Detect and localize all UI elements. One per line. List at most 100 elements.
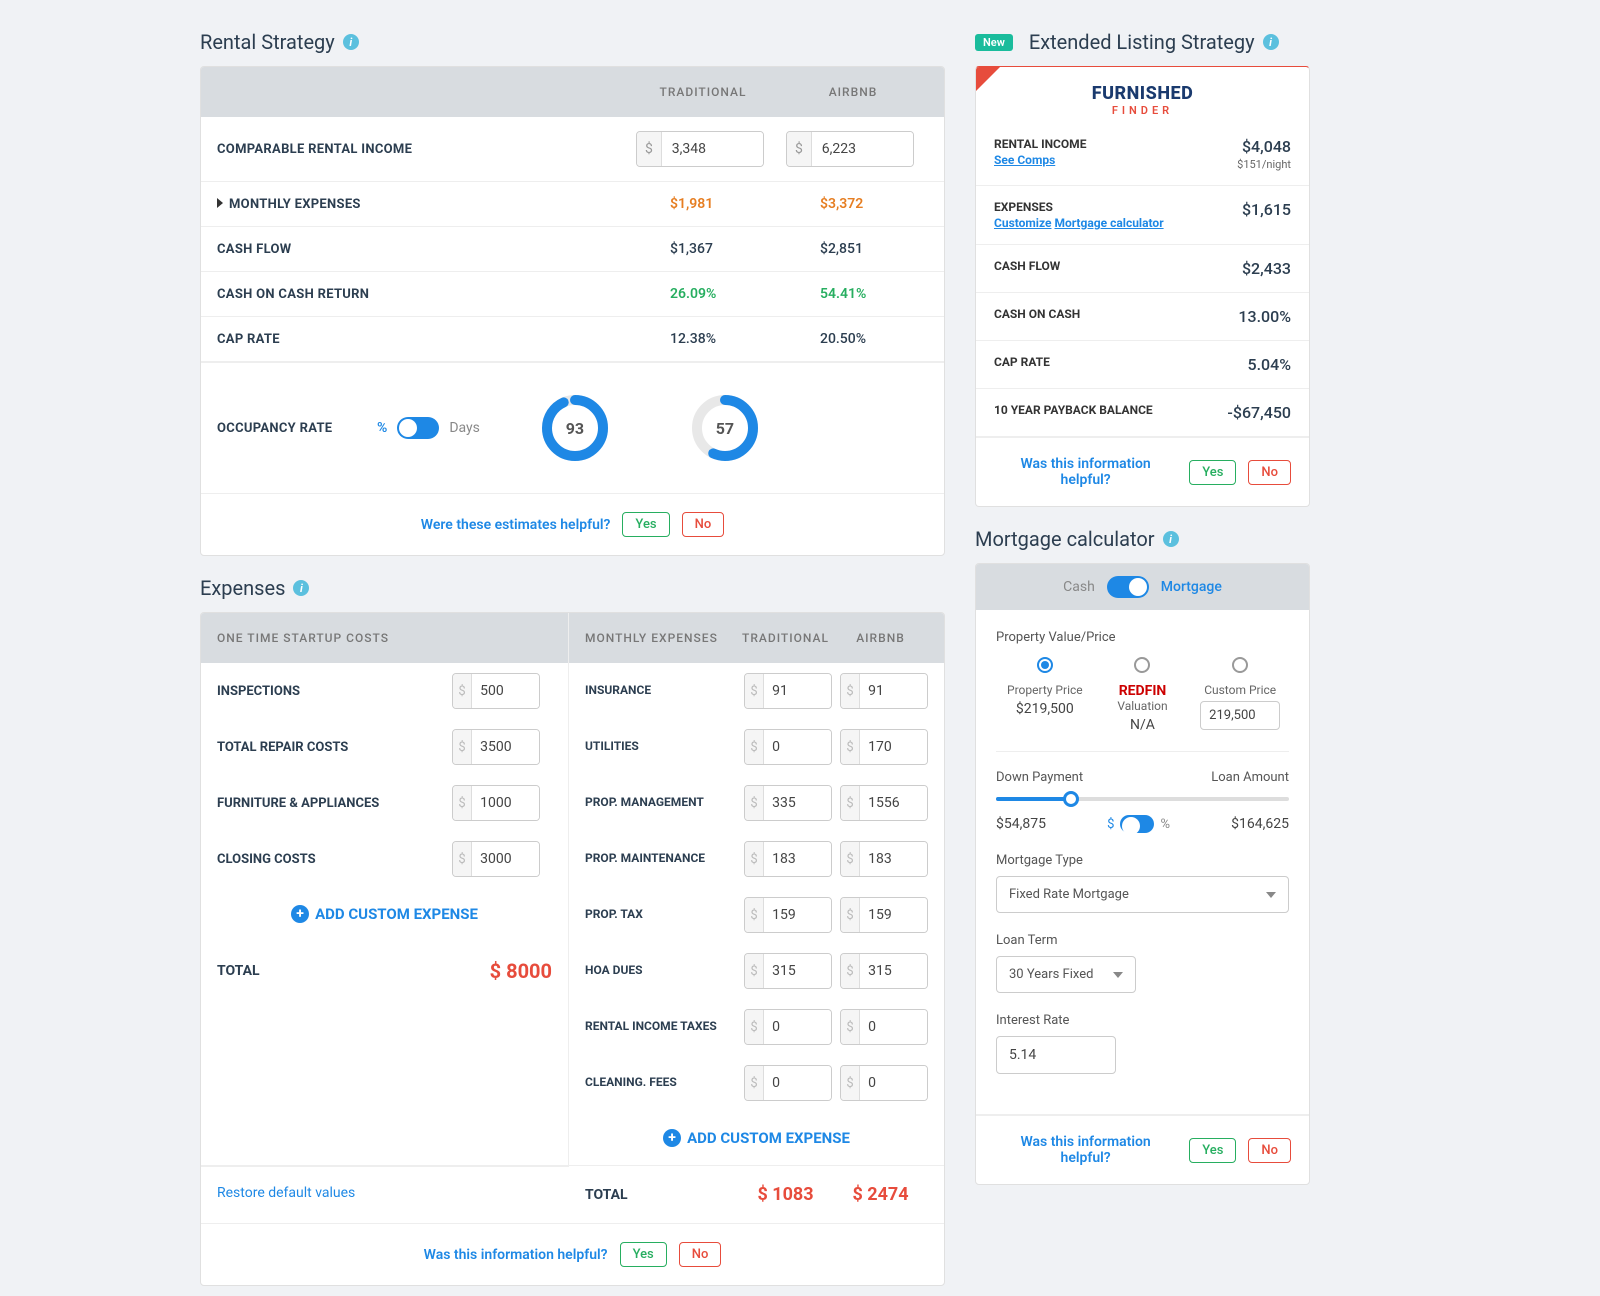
helpful-text: Was this information helpful? xyxy=(994,456,1177,488)
clean-trad-input[interactable]: $ xyxy=(744,1065,832,1101)
helpful-yes-button[interactable]: Yes xyxy=(1189,1138,1236,1163)
mgmt-airbnb-input[interactable]: $ xyxy=(840,785,928,821)
interest-rate-input[interactable] xyxy=(996,1036,1116,1074)
occupancy-rate-label: OCCUPANCY RATE xyxy=(217,421,377,436)
helpful-yes-button[interactable]: Yes xyxy=(620,1242,667,1267)
extended-listing-card: FURNISHED FINDER RENTAL INCOMESee Comps … xyxy=(975,66,1310,507)
property-value-label: Property Value/Price xyxy=(996,630,1289,645)
info-icon[interactable]: i xyxy=(343,34,359,50)
repair-input[interactable]: $ xyxy=(452,729,540,765)
cash-mortgage-toggle[interactable] xyxy=(1107,576,1149,598)
redfin-valuation-label: Valuation xyxy=(1094,699,1192,713)
furniture-label: FURNITURE & APPLIANCES xyxy=(217,796,452,811)
proptax-trad-input[interactable]: $ xyxy=(744,897,832,933)
maint-airbnb-input[interactable]: $ xyxy=(840,841,928,877)
cash-flow-label: CASH FLOW xyxy=(217,242,628,257)
hoa-trad-input[interactable]: $ xyxy=(744,953,832,989)
furniture-input[interactable]: $ xyxy=(452,785,540,821)
hoa-airbnb-input[interactable]: $ xyxy=(840,953,928,989)
mortgage-type-label: Mortgage Type xyxy=(996,853,1289,868)
redfin-logo: REDFIN xyxy=(1094,683,1192,699)
mortgage-type-select[interactable]: Fixed Rate Mortgage xyxy=(996,876,1289,913)
custom-price-input[interactable] xyxy=(1200,701,1280,730)
helpful-yes-button[interactable]: Yes xyxy=(1189,460,1236,485)
col-airbnb: AIRBNB xyxy=(778,85,928,99)
info-icon[interactable]: i xyxy=(1263,34,1279,50)
maint-trad-input[interactable]: $ xyxy=(744,841,832,877)
ext-cap-label: CAP RATE xyxy=(994,355,1247,369)
customize-link[interactable]: Customize xyxy=(994,216,1051,230)
mortgage-calculator-card: Cash Mortgage Property Value/Price Prope… xyxy=(975,563,1310,1185)
airbnb-header: AIRBNB xyxy=(833,631,928,645)
loan-amount-label: Loan Amount xyxy=(1211,770,1289,785)
closing-input[interactable]: $ xyxy=(452,841,540,877)
insurance-label: INSURANCE xyxy=(585,683,736,699)
helpful-text: Was this information helpful? xyxy=(424,1247,608,1263)
custom-price-radio[interactable] xyxy=(1232,657,1248,673)
info-icon[interactable]: i xyxy=(293,580,309,596)
helpful-no-button[interactable]: No xyxy=(1248,460,1291,485)
mortgage-label: Mortgage xyxy=(1161,579,1222,595)
rtax-trad-input[interactable]: $ xyxy=(744,1009,832,1045)
proptax-airbnb-input[interactable]: $ xyxy=(840,897,928,933)
ext-income-value: $4,048 xyxy=(1237,137,1291,156)
helpful-no-button[interactable]: No xyxy=(682,512,725,537)
cap-airbnb: 20.50% xyxy=(778,331,928,347)
clean-airbnb-input[interactable]: $ xyxy=(840,1065,928,1101)
redfin-radio[interactable] xyxy=(1134,657,1150,673)
monthly-expenses-header: MONTHLY EXPENSES xyxy=(585,631,738,645)
info-icon[interactable]: i xyxy=(1163,531,1179,547)
restore-defaults-link[interactable]: Restore default values xyxy=(201,1166,569,1223)
helpful-no-button[interactable]: No xyxy=(679,1242,722,1267)
loan-amount-value: $164,625 xyxy=(1231,816,1289,832)
ext-payback-label: 10 YEAR PAYBACK BALANCE xyxy=(994,403,1227,417)
helpful-no-button[interactable]: No xyxy=(1248,1138,1291,1163)
maint-label: PROP. MAINTENANCE xyxy=(585,851,736,867)
ext-coc-value: 13.00% xyxy=(1238,307,1291,326)
mgmt-trad-input[interactable]: $ xyxy=(744,785,832,821)
utilities-airbnb-input[interactable]: $ xyxy=(840,729,928,765)
mortgage-calc-link[interactable]: Mortgage calculator xyxy=(1054,216,1163,230)
corner-badge xyxy=(976,67,1000,91)
expand-caret-icon[interactable] xyxy=(217,198,223,208)
property-price-radio[interactable] xyxy=(1037,657,1053,673)
income-trad-input[interactable]: $ xyxy=(636,131,764,167)
loan-term-label: Loan Term xyxy=(996,933,1289,948)
rtax-airbnb-input[interactable]: $ xyxy=(840,1009,928,1045)
add-custom-startup-button[interactable]: +ADD CUSTOM EXPENSE xyxy=(201,887,568,941)
hoa-label: HOA DUES xyxy=(585,963,736,979)
coc-trad: 26.09% xyxy=(628,286,778,302)
monthly-expenses-label: MONTHLY EXPENSES xyxy=(229,197,361,212)
ext-cashflow-value: $2,433 xyxy=(1242,259,1291,278)
down-payment-slider[interactable] xyxy=(996,797,1289,801)
insurance-airbnb-input[interactable]: $ xyxy=(840,673,928,709)
utilities-label: UTILITIES xyxy=(585,739,736,755)
dollar-percent-toggle[interactable] xyxy=(1120,815,1154,833)
add-custom-monthly-button[interactable]: +ADD CUSTOM EXPENSE xyxy=(569,1111,944,1165)
percent-label: % xyxy=(377,420,387,436)
ext-income-label: RENTAL INCOME xyxy=(994,137,1237,151)
see-comps-link[interactable]: See Comps xyxy=(994,153,1055,167)
interest-rate-label: Interest Rate xyxy=(996,1013,1289,1028)
inspections-input[interactable]: $ xyxy=(452,673,540,709)
utilities-trad-input[interactable]: $ xyxy=(744,729,832,765)
startup-total-label: TOTAL xyxy=(217,963,490,979)
ext-cap-value: 5.04% xyxy=(1247,355,1291,374)
cap-rate-label: CAP RATE xyxy=(217,332,628,347)
extended-listing-title: New Extended Listing Strategy i xyxy=(975,30,1310,54)
expenses-title: Expenses i xyxy=(200,576,945,600)
ext-coc-label: CASH ON CASH xyxy=(994,307,1238,321)
occupancy-toggle[interactable] xyxy=(397,417,439,439)
property-price-value: $219,500 xyxy=(996,701,1094,717)
rental-strategy-card: TRADITIONAL AIRBNB COMPARABLE RENTAL INC… xyxy=(200,66,945,556)
ext-cashflow-label: CASH FLOW xyxy=(994,259,1242,273)
cash-label: Cash xyxy=(1063,579,1095,595)
income-airbnb-input[interactable]: $ xyxy=(786,131,914,167)
down-payment-value: $54,875 xyxy=(996,816,1046,832)
coc-return-label: CASH ON CASH RETURN xyxy=(217,287,628,302)
helpful-yes-button[interactable]: Yes xyxy=(622,512,669,537)
comparable-rental-income-label: COMPARABLE RENTAL INCOME xyxy=(217,142,628,157)
loan-term-select[interactable]: 30 Years Fixed xyxy=(996,956,1136,993)
chevron-down-icon xyxy=(1113,972,1123,978)
insurance-trad-input[interactable]: $ xyxy=(744,673,832,709)
